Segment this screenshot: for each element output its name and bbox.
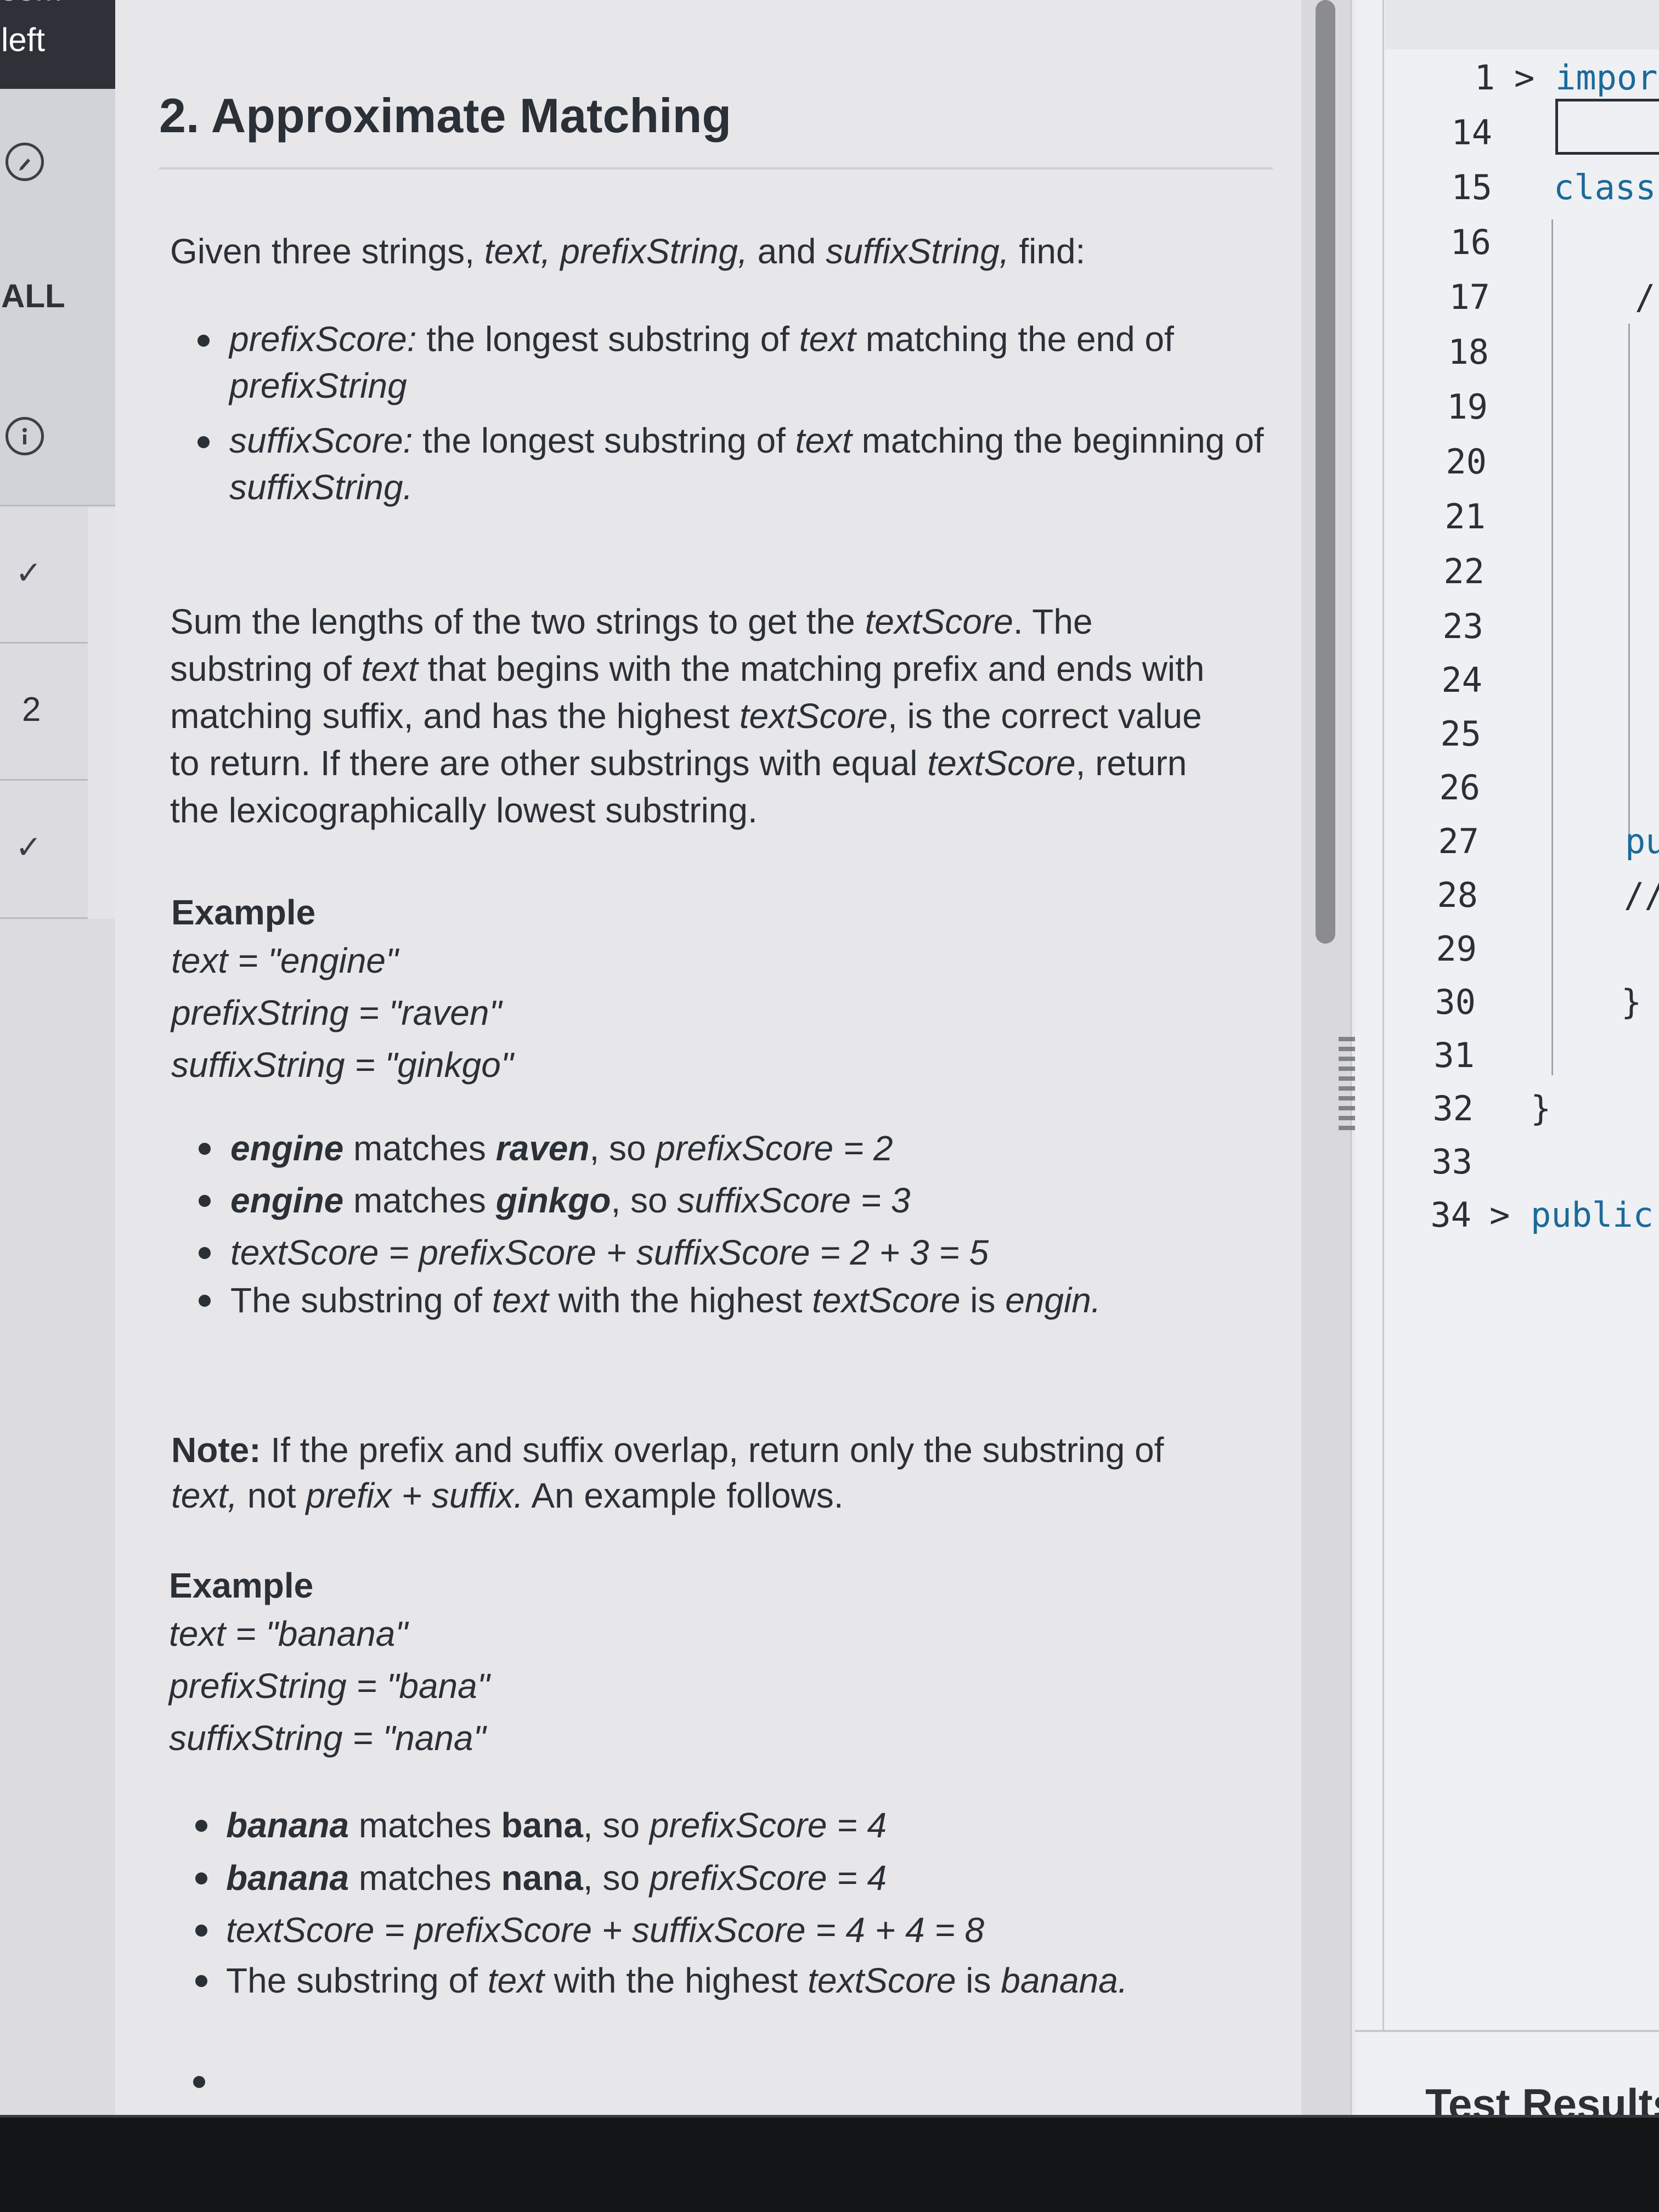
timer-label: left [1, 21, 46, 58]
bullet [195, 1975, 207, 1987]
code-public-class[interactable]: public [1531, 1195, 1654, 1235]
example-input: text = "engine" [171, 941, 398, 980]
line-number: 29 [1436, 929, 1477, 969]
description-line: substring of text that begins with the m… [170, 649, 1205, 689]
line-number: 1 [1474, 58, 1495, 98]
bullet [198, 436, 210, 448]
editor-header-strip [1385, 0, 1659, 49]
completed-check-icon[interactable]: ✓ [15, 828, 42, 866]
timer-box: 35m left [0, 0, 115, 89]
definition-suffix-score: suffixScore: the longest substring of te… [229, 421, 1264, 460]
info-icon[interactable] [5, 417, 44, 455]
bullet [198, 335, 210, 347]
line-number: 30 [1435, 982, 1476, 1022]
definition-suffix-score-cont: suffixString. [229, 467, 413, 507]
pencil-icon[interactable] [5, 143, 44, 181]
example-explanation: The substring of text with the highest t… [226, 1961, 1128, 2000]
intro-text: Given three strings, text, prefixString,… [170, 232, 1086, 271]
example-input: text = "banana" [169, 1614, 408, 1654]
panel-scrollbar-thumb[interactable] [1316, 0, 1335, 944]
bullet [193, 2076, 205, 2088]
example-explanation: banana matches bana, so prefixScore = 4 [226, 1805, 887, 1845]
question-nav-rail [0, 0, 115, 2118]
line-number: 24 [1441, 660, 1482, 700]
description-line: Sum the lengths of the two strings to ge… [170, 602, 1093, 641]
example-explanation: engine matches raven, so prefixScore = 2 [230, 1128, 893, 1168]
indent-guide [1551, 219, 1553, 1075]
rail-divider [0, 505, 115, 506]
description-line: matching suffix, and has the highest tex… [170, 696, 1202, 736]
timer-value: 35m [0, 0, 62, 8]
line-number: 15 [1451, 167, 1492, 207]
description-line: to return. If there are other substrings… [170, 743, 1187, 783]
bullet [199, 1295, 211, 1307]
note-text: Note: If the prefix and suffix overlap, … [171, 1430, 1164, 1470]
monitor-bezel [0, 2118, 1659, 2212]
editor-divider [1383, 0, 1384, 2162]
code-class[interactable]: class [1554, 167, 1656, 207]
line-number: 21 [1444, 496, 1486, 537]
fold-chevron-icon[interactable]: > [1514, 58, 1534, 98]
bullet [195, 1820, 207, 1832]
bullet [199, 1195, 211, 1207]
bullet [195, 1872, 207, 1884]
problem-title: 2. Approximate Matching [159, 88, 732, 143]
example-input: suffixString = "nana" [169, 1718, 486, 1758]
example-explanation: textScore = prefixScore + suffixScore = … [230, 1233, 989, 1272]
definition-prefix-score-cont: prefixString [229, 366, 407, 405]
code-import[interactable]: impor [1555, 58, 1658, 98]
line-number: 19 [1447, 387, 1488, 427]
bullet [199, 1143, 211, 1155]
note-text-cont: text, not prefix + suffix. An example fo… [171, 1476, 844, 1515]
completed-check-icon[interactable]: ✓ [15, 554, 42, 591]
example-heading: Example [169, 1566, 314, 1605]
line-number: 26 [1439, 768, 1480, 808]
line-number: 27 [1438, 821, 1479, 861]
line-number: 33 [1431, 1142, 1472, 1182]
example-explanation: banana matches nana, so prefixScore = 4 [226, 1858, 887, 1898]
line-number: 28 [1437, 875, 1478, 915]
example-explanation: textScore = prefixScore + suffixScore = … [226, 1910, 985, 1950]
fold-chevron-icon[interactable]: > [1489, 1195, 1510, 1235]
line-number: 20 [1446, 442, 1487, 482]
rail-active-strip [88, 507, 115, 919]
definition-prefix-score: prefixScore: the longest substring of te… [229, 319, 1174, 359]
example-explanation: The substring of text with the highest t… [230, 1280, 1101, 1320]
example-heading: Example [171, 893, 316, 932]
code-brace[interactable]: } [1621, 982, 1641, 1022]
collapsed-code-box[interactable] [1555, 99, 1659, 155]
indent-guide [1628, 324, 1630, 850]
line-number: 23 [1442, 606, 1483, 646]
line-number: 16 [1450, 222, 1491, 262]
line-number: 31 [1434, 1035, 1475, 1075]
code-comment[interactable]: // [1624, 875, 1659, 915]
code-public-method[interactable]: pu [1625, 821, 1659, 861]
example-input: prefixString = "raven" [171, 993, 502, 1032]
code-brace[interactable]: } [1531, 1088, 1551, 1128]
title-divider [159, 167, 1273, 170]
description-line: the lexicographically lowest substring. [170, 791, 758, 830]
bullet [195, 1925, 207, 1937]
example-input: suffixString = "ginkgo" [171, 1045, 514, 1085]
line-number: 32 [1432, 1088, 1474, 1128]
bullet [199, 1247, 211, 1259]
line-number: 17 [1449, 277, 1490, 317]
line-number: 22 [1443, 551, 1485, 591]
line-number: 18 [1448, 332, 1489, 372]
question-number[interactable]: 2 [22, 690, 41, 729]
code-comment[interactable]: / [1635, 277, 1655, 317]
line-number: 34 [1430, 1195, 1471, 1235]
example-input: prefixString = "bana" [169, 1666, 490, 1706]
line-number: 25 [1440, 714, 1481, 754]
line-number: 14 [1451, 112, 1492, 153]
filter-all[interactable]: ALL [1, 277, 65, 315]
example-explanation: engine matches ginkgo, so suffixScore = … [230, 1181, 911, 1220]
